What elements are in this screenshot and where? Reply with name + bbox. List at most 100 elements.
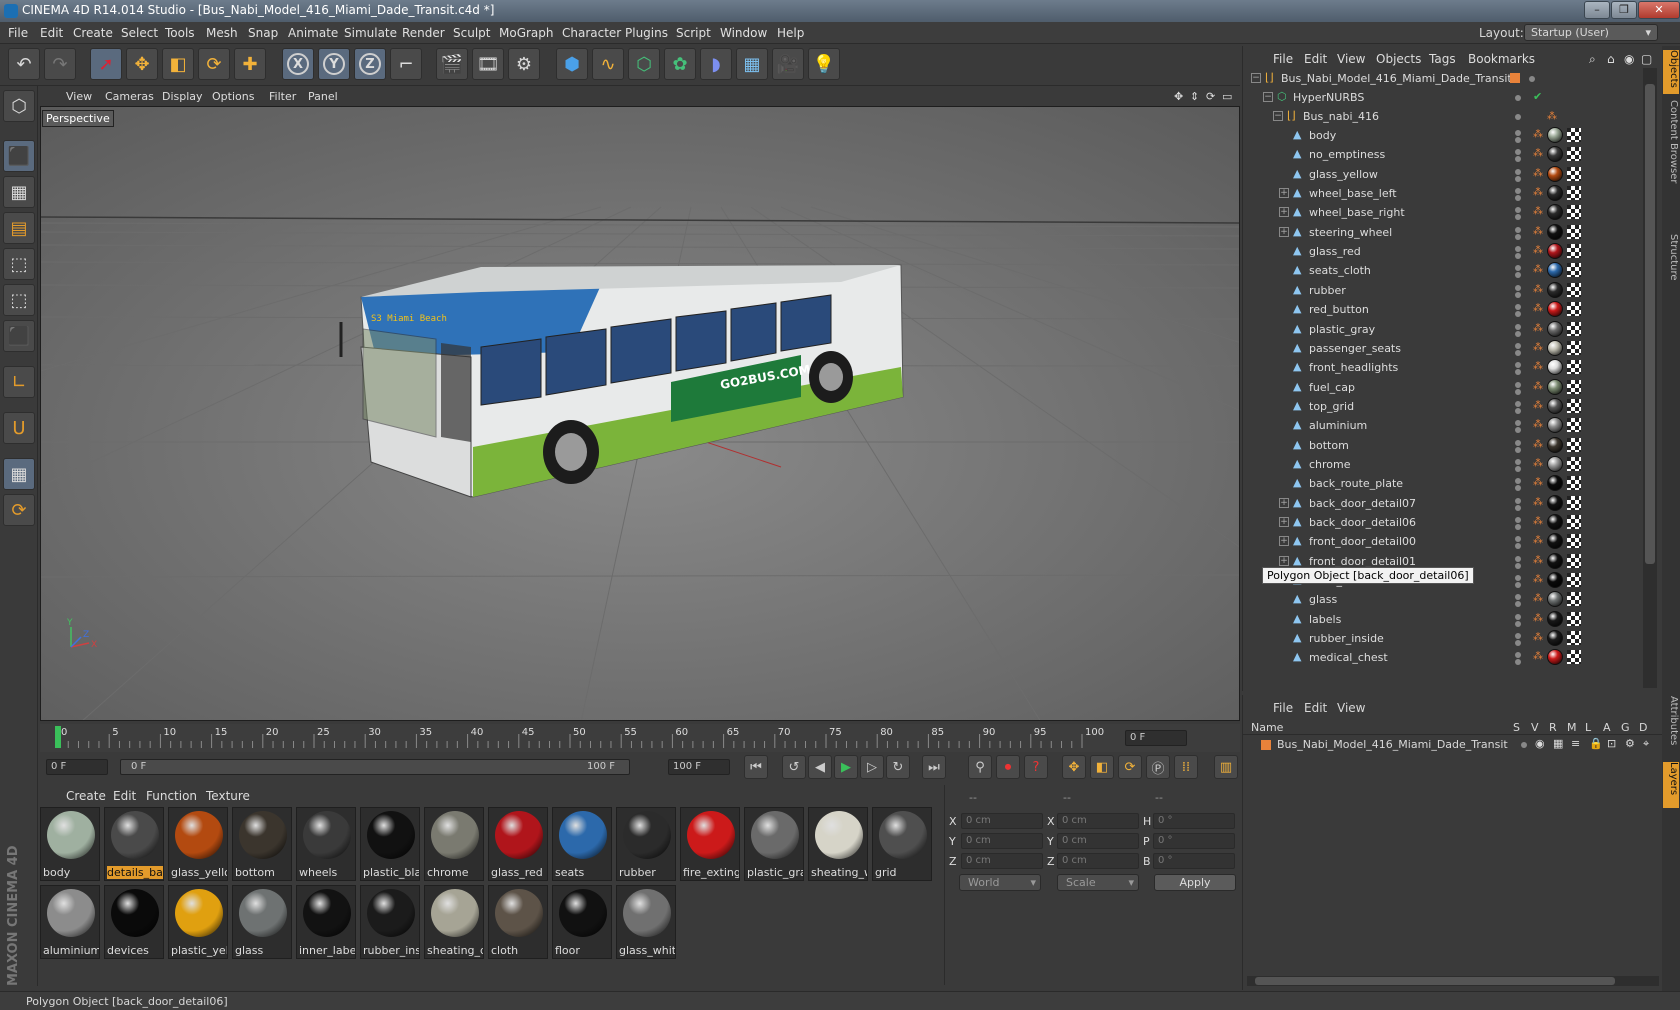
object-row[interactable]: + ▲ front_door_detail00 ⁂ [1243,532,1643,552]
start-frame-field[interactable]: 0 F [46,759,108,775]
autokey-button[interactable]: ⏺ [996,755,1020,779]
render-visibility-dot[interactable] [1515,465,1521,472]
material-swatch[interactable]: wheels [296,807,356,881]
viewport-rotate-icon[interactable]: ⟳ [1206,90,1215,103]
uvw-tag-icon[interactable] [1567,515,1581,529]
phong-tag-icon[interactable]: ⁂ [1533,129,1543,140]
uvw-tag-icon[interactable] [1567,186,1581,201]
polygons-mode-button[interactable]: ⬛ [3,320,35,352]
render-visibility-dot[interactable] [1515,137,1521,143]
size-x-field[interactable]: 0 cm [1057,813,1139,829]
object-row-hypernurbs[interactable]: − ⬡ HyperNURBS ✔ [1243,88,1643,108]
object-row[interactable]: ▲ red_button ⁂ [1243,300,1643,320]
material-swatch[interactable]: sheating_d [424,885,484,959]
menu-mograph[interactable]: MoGraph [499,26,554,40]
material-swatch[interactable]: plastic_blac [360,807,420,881]
expand-icon[interactable]: + [1279,517,1289,527]
editor-visibility-dot[interactable] [1515,478,1521,485]
material-swatch[interactable]: glass [232,885,292,959]
phong-tag-icon[interactable]: ⁂ [1533,439,1543,450]
om-menu-view[interactable]: View [1337,52,1365,66]
render-visibility-dot[interactable] [1515,156,1521,163]
menu-edit[interactable]: Edit [40,26,63,40]
next-key-button[interactable]: ↻ [886,755,910,779]
visibility-dot[interactable] [1529,76,1535,82]
phong-tag-icon[interactable]: ⁂ [1533,555,1543,566]
menu-create[interactable]: Create [73,26,113,40]
transform-button[interactable]: ✚ [234,48,266,80]
frame-range-slider[interactable]: 0 F 100 F [120,759,630,775]
material-tag-icon[interactable] [1547,630,1563,647]
object-row[interactable]: ▲ fuel_cap ⁂ [1243,378,1643,398]
material-tag-icon[interactable] [1547,417,1563,434]
material-tag-icon[interactable] [1547,397,1563,414]
material-tag-icon[interactable] [1547,281,1563,298]
key-scale-button[interactable]: ◧ [1090,755,1114,779]
menu-snap[interactable]: Snap [248,26,278,40]
material-tag-icon[interactable] [1547,436,1563,453]
y-axis-lock-button[interactable]: Y [318,48,350,80]
material-tag-icon[interactable] [1547,301,1563,318]
uvw-tag-icon[interactable] [1567,650,1581,665]
editor-visibility-dot[interactable] [1515,613,1521,620]
editor-visibility-dot[interactable] [1515,652,1521,659]
layout-select[interactable]: Startup (User) ▾ [1524,24,1658,41]
redo-button[interactable]: ↷ [44,48,76,80]
render-visibility-dot[interactable] [1515,640,1521,647]
coordinate-system-button[interactable]: ⌐ [390,48,422,80]
viewport-maximize-icon[interactable]: ▭ [1222,90,1232,103]
material-swatch[interactable]: seats [552,807,612,881]
viewport-menu-cameras[interactable]: Cameras [105,90,154,103]
material-menu-create[interactable]: Create [66,789,106,803]
nurbs-button[interactable]: ⬡ [628,48,660,80]
object-row[interactable]: ▲ front_headlights ⁂ [1243,358,1643,378]
floor-button[interactable]: ▦ [736,48,768,80]
om-menu-edit[interactable]: Edit [1304,52,1327,66]
layer-visible-eye-icon[interactable]: ◉ [1535,737,1545,750]
layer-menu-edit[interactable]: Edit [1304,701,1327,715]
object-row[interactable]: + ▲ back_door_detail06 ⁂ [1243,513,1643,533]
material-tag-icon[interactable] [1547,572,1563,589]
om-menu-file[interactable]: File [1273,52,1293,66]
uvw-tag-icon[interactable] [1567,553,1581,568]
uvw-tag-icon[interactable] [1567,437,1581,452]
material-tag-icon[interactable] [1547,514,1563,530]
uvw-tag-icon[interactable] [1567,495,1581,510]
editor-visibility-dot[interactable] [1515,517,1521,523]
viewport-menu-filter[interactable]: Filter [269,90,296,103]
layer-solo-dot[interactable] [1521,742,1527,748]
viewport-menu-display[interactable]: Display [162,90,203,103]
material-swatch[interactable]: plastic_yell [168,885,228,959]
layer-animation-icon[interactable]: ⊡ [1607,737,1616,750]
minimize-button[interactable]: – [1584,1,1610,19]
light-button[interactable]: 💡 [808,48,840,80]
editor-visibility-dot[interactable] [1515,226,1521,233]
phong-tag-icon[interactable]: ⁂ [1533,419,1543,430]
undo-button[interactable]: ↶ [8,48,40,80]
phong-tag-icon[interactable]: ⁂ [1533,458,1543,469]
editor-visibility-dot[interactable] [1515,130,1521,136]
expand-icon[interactable]: + [1279,555,1289,566]
timeline[interactable]: 0 5 10 15 20 25 30 35 40 45 50 55 60 65 70 75 80 85 90 95 10… [40,724,1240,752]
array-button[interactable]: ✿ [664,48,696,80]
editor-visibility-dot[interactable] [1515,188,1521,195]
snap-button[interactable]: U [3,412,35,444]
material-swatch[interactable]: aluminium [40,885,100,959]
uvw-tag-icon[interactable] [1567,360,1581,375]
render-visibility-dot[interactable] [1515,582,1521,589]
edges-mode-button[interactable]: ⬚ [3,284,35,316]
transform-mode-dropdown[interactable]: Scale ▾ [1057,874,1139,891]
spline-button[interactable]: ∿ [592,48,624,80]
uvw-tag-icon[interactable] [1567,282,1581,297]
object-row[interactable]: + ▲ back_door_detail07 ⁂ [1243,494,1643,514]
points-mode-button[interactable]: ⬚ [3,248,35,280]
editor-visibility-dot[interactable] [1515,594,1521,601]
editor-visibility-dot[interactable] [1515,168,1521,175]
layer-hscrollbar[interactable] [1247,976,1659,986]
material-swatch[interactable]: devices [104,885,164,959]
uvw-tag-icon[interactable] [1567,244,1581,259]
key-pla-button[interactable]: ⁞⁞ [1174,755,1198,779]
object-row[interactable]: ▲ glass ⁂ [1243,590,1643,610]
object-row[interactable]: ▲ rubber ⁂ [1243,281,1643,301]
render-picture-viewer-button[interactable]: 🎞 [472,48,504,80]
